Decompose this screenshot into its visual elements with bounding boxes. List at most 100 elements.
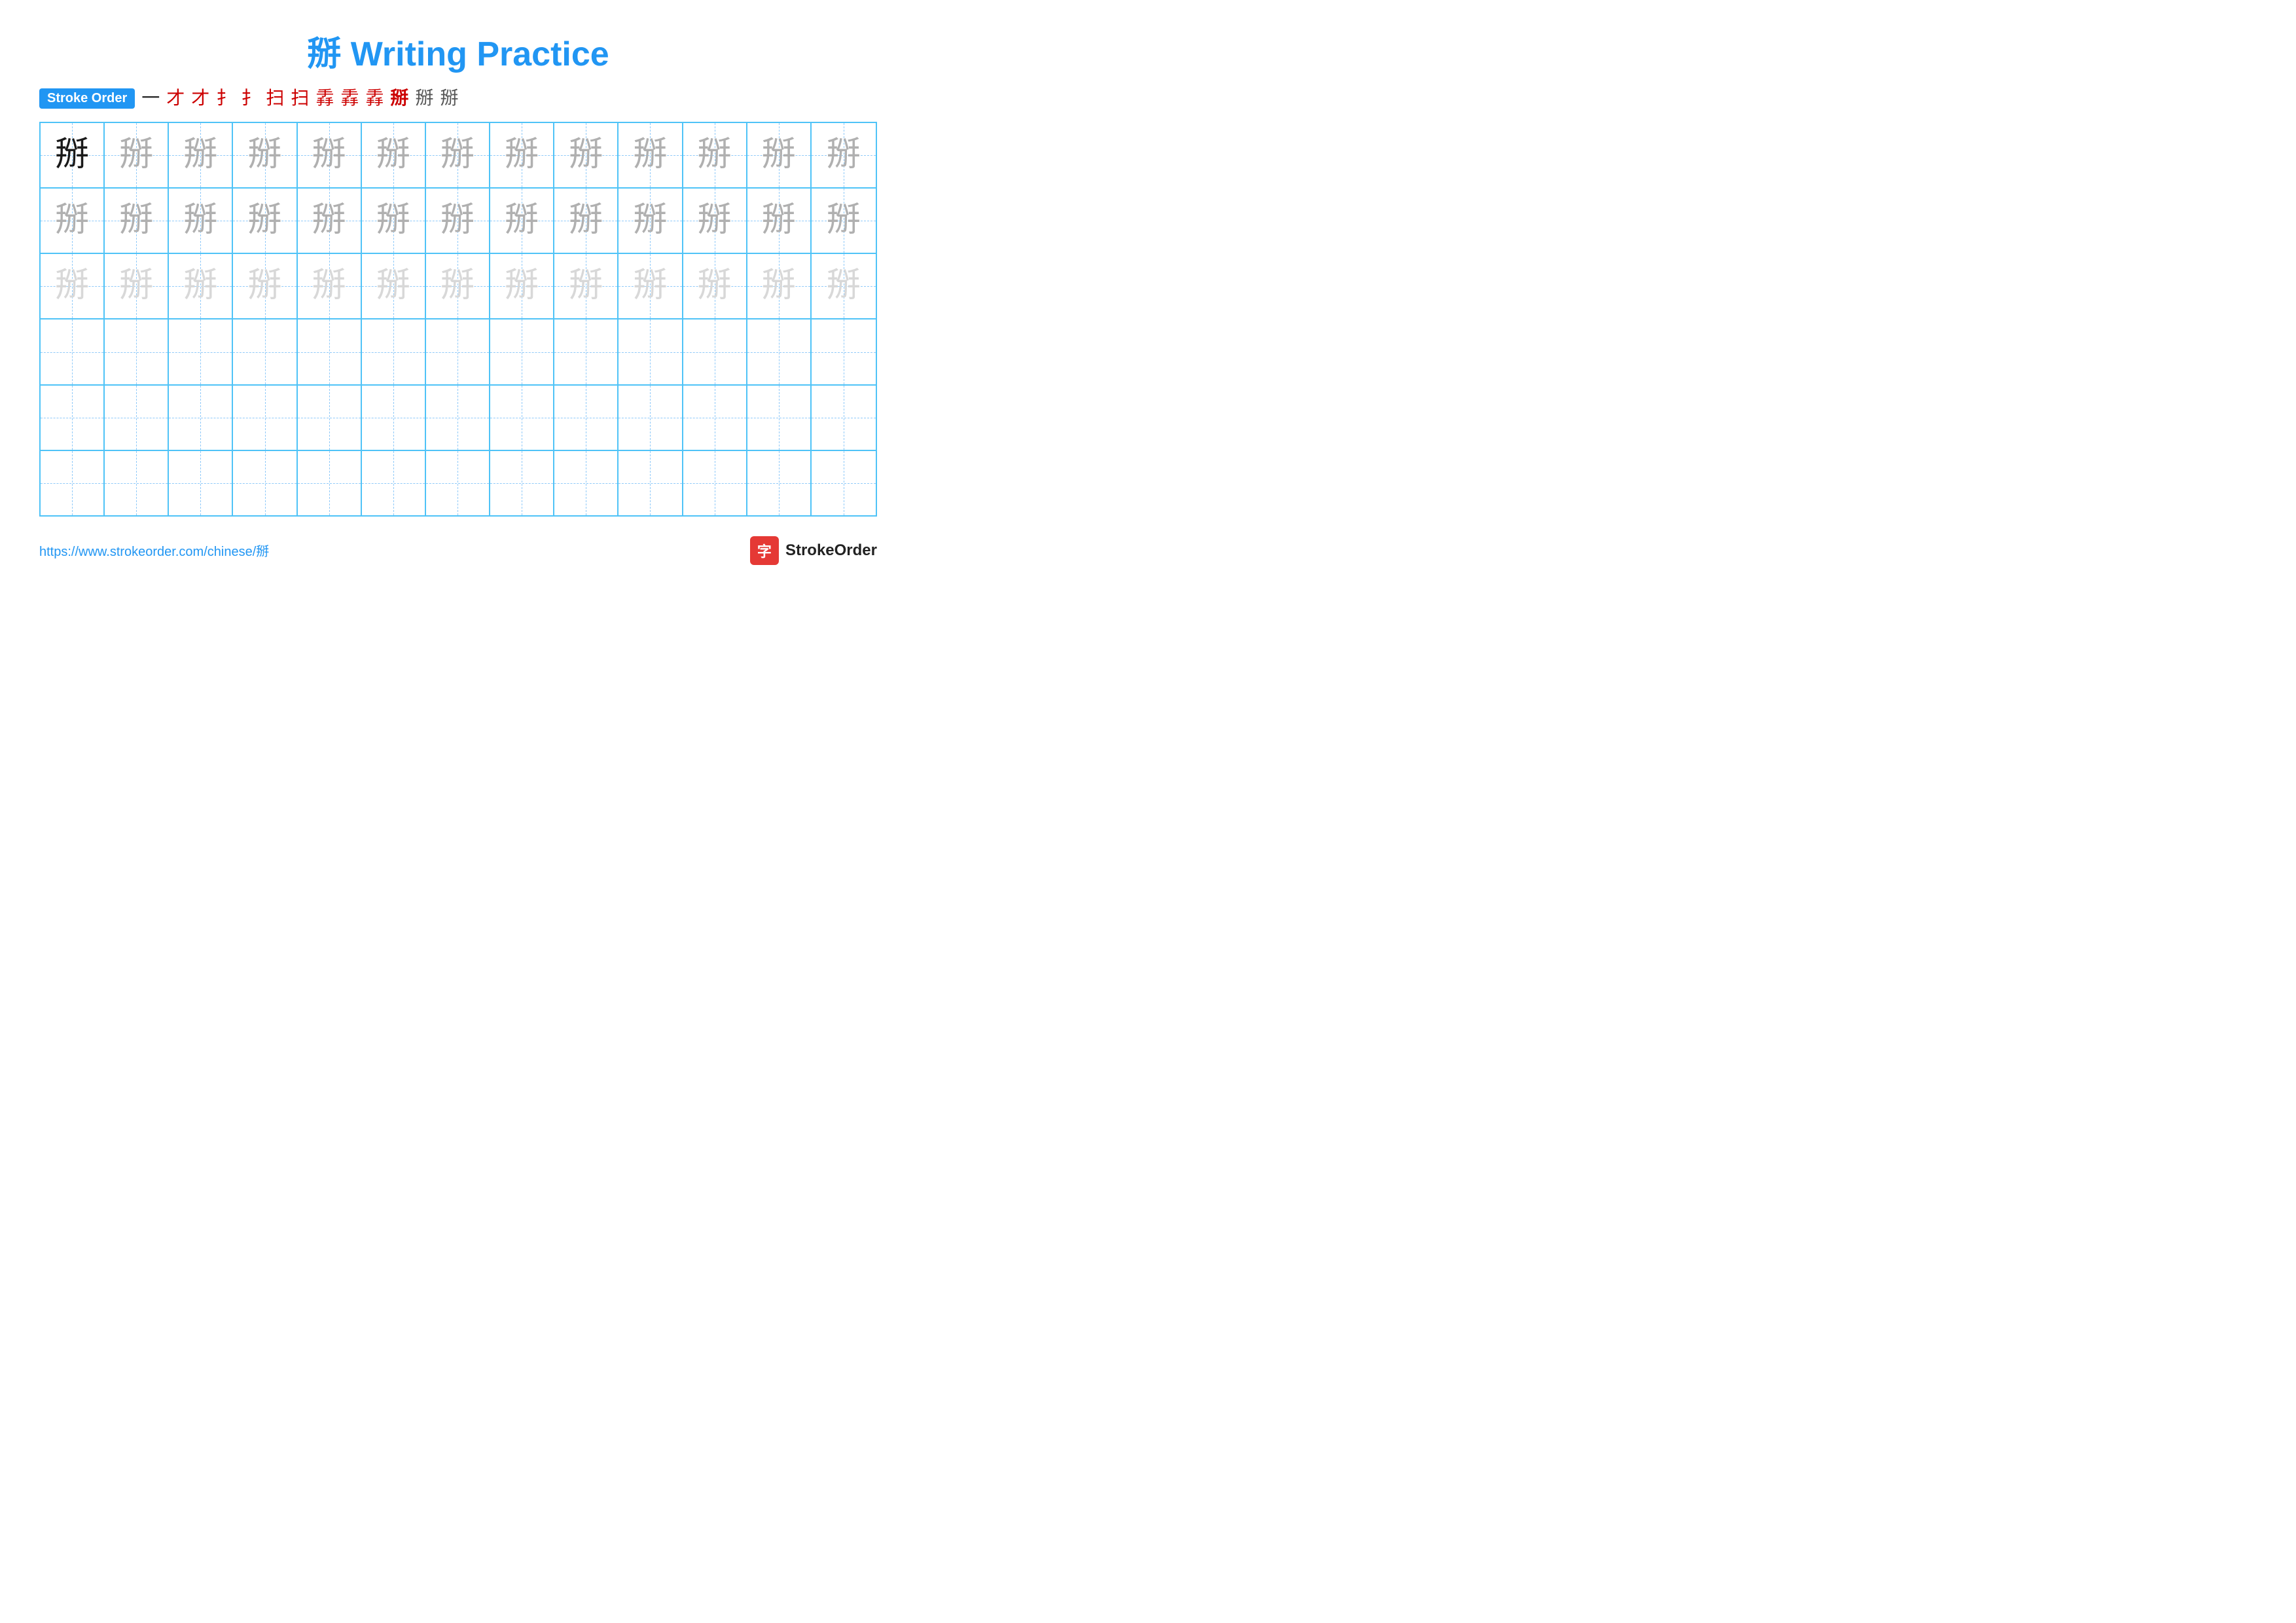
- logo-text: StrokeOrder: [785, 541, 877, 560]
- stroke-step-0: 一: [141, 90, 160, 108]
- footer-logo: 字 StrokeOrder: [750, 536, 877, 565]
- grid-cell-1-3[interactable]: 掰: [169, 123, 233, 187]
- grid-cell-6-4[interactable]: [233, 451, 297, 515]
- grid-cell-4-6[interactable]: [362, 319, 426, 384]
- stroke-step-6: 扫: [291, 90, 309, 108]
- grid-cell-3-5[interactable]: 掰: [298, 254, 362, 318]
- grid-cell-5-6[interactable]: [362, 386, 426, 450]
- grid-cell-2-3[interactable]: 掰: [169, 189, 233, 253]
- grid-cell-2-11[interactable]: 掰: [683, 189, 747, 253]
- grid-cell-3-10[interactable]: 掰: [619, 254, 683, 318]
- grid-cell-4-7[interactable]: [426, 319, 490, 384]
- grid-cell-5-12[interactable]: [747, 386, 812, 450]
- grid-cell-2-1[interactable]: 掰: [41, 189, 105, 253]
- stroke-step-1: 才: [166, 90, 185, 108]
- stroke-step-8: 掱: [340, 90, 359, 108]
- grid-cell-1-13[interactable]: 掰: [812, 123, 876, 187]
- grid-row-1: 掰 掰 掰 掰 掰 掰 掰 掰 掰 掰 掰 掰 掰: [41, 123, 876, 189]
- grid-cell-6-11[interactable]: [683, 451, 747, 515]
- grid-cell-4-1[interactable]: [41, 319, 105, 384]
- grid-cell-5-5[interactable]: [298, 386, 362, 450]
- grid-cell-2-9[interactable]: 掰: [554, 189, 619, 253]
- grid-cell-6-12[interactable]: [747, 451, 812, 515]
- grid-row-2: 掰 掰 掰 掰 掰 掰 掰 掰 掰 掰 掰 掰 掰: [41, 189, 876, 254]
- grid-cell-6-6[interactable]: [362, 451, 426, 515]
- grid-cell-3-7[interactable]: 掰: [426, 254, 490, 318]
- grid-cell-3-6[interactable]: 掰: [362, 254, 426, 318]
- grid-cell-6-10[interactable]: [619, 451, 683, 515]
- grid-cell-4-5[interactable]: [298, 319, 362, 384]
- grid-cell-4-4[interactable]: [233, 319, 297, 384]
- grid-cell-4-11[interactable]: [683, 319, 747, 384]
- grid-cell-5-10[interactable]: [619, 386, 683, 450]
- grid-cell-4-2[interactable]: [105, 319, 169, 384]
- grid-cell-4-10[interactable]: [619, 319, 683, 384]
- grid-cell-6-13[interactable]: [812, 451, 876, 515]
- grid-cell-5-2[interactable]: [105, 386, 169, 450]
- grid-cell-5-4[interactable]: [233, 386, 297, 450]
- grid-cell-6-7[interactable]: [426, 451, 490, 515]
- grid-cell-6-3[interactable]: [169, 451, 233, 515]
- grid-cell-1-11[interactable]: 掰: [683, 123, 747, 187]
- grid-cell-4-9[interactable]: [554, 319, 619, 384]
- stroke-step-7: 掱: [315, 90, 334, 108]
- practice-grid: 掰 掰 掰 掰 掰 掰 掰 掰 掰 掰 掰 掰 掰 掰 掰 掰 掰 掰 掰 掰 …: [39, 122, 877, 517]
- stroke-step-12: 掰: [440, 90, 458, 108]
- grid-cell-3-13[interactable]: 掰: [812, 254, 876, 318]
- grid-cell-1-5[interactable]: 掰: [298, 123, 362, 187]
- grid-cell-5-1[interactable]: [41, 386, 105, 450]
- stroke-step-3: 扌: [216, 90, 234, 108]
- grid-cell-1-7[interactable]: 掰: [426, 123, 490, 187]
- stroke-order-badge: Stroke Order: [39, 88, 135, 109]
- grid-cell-1-9[interactable]: 掰: [554, 123, 619, 187]
- grid-cell-3-11[interactable]: 掰: [683, 254, 747, 318]
- char-dark: 掰: [55, 138, 89, 172]
- grid-cell-2-6[interactable]: 掰: [362, 189, 426, 253]
- grid-cell-1-2[interactable]: 掰: [105, 123, 169, 187]
- grid-cell-3-2[interactable]: 掰: [105, 254, 169, 318]
- grid-cell-4-8[interactable]: [490, 319, 554, 384]
- grid-cell-2-10[interactable]: 掰: [619, 189, 683, 253]
- grid-cell-2-13[interactable]: 掰: [812, 189, 876, 253]
- grid-cell-6-2[interactable]: [105, 451, 169, 515]
- grid-cell-6-8[interactable]: [490, 451, 554, 515]
- grid-cell-5-9[interactable]: [554, 386, 619, 450]
- grid-cell-1-4[interactable]: 掰: [233, 123, 297, 187]
- grid-cell-1-8[interactable]: 掰: [490, 123, 554, 187]
- grid-cell-5-3[interactable]: [169, 386, 233, 450]
- stroke-order-row: Stroke Order 一 才 才 扌 扌 扫 扫 掱 掱 掱 掰 掰 掰: [33, 88, 884, 109]
- grid-cell-2-4[interactable]: 掰: [233, 189, 297, 253]
- grid-cell-2-8[interactable]: 掰: [490, 189, 554, 253]
- grid-cell-6-5[interactable]: [298, 451, 362, 515]
- grid-cell-3-8[interactable]: 掰: [490, 254, 554, 318]
- grid-cell-1-1[interactable]: 掰: [41, 123, 105, 187]
- grid-row-6: [41, 451, 876, 515]
- grid-cell-5-7[interactable]: [426, 386, 490, 450]
- grid-cell-5-8[interactable]: [490, 386, 554, 450]
- stroke-step-9: 掱: [365, 90, 384, 108]
- grid-cell-3-12[interactable]: 掰: [747, 254, 812, 318]
- grid-cell-4-12[interactable]: [747, 319, 812, 384]
- grid-cell-5-11[interactable]: [683, 386, 747, 450]
- grid-cell-1-12[interactable]: 掰: [747, 123, 812, 187]
- grid-cell-6-9[interactable]: [554, 451, 619, 515]
- grid-cell-2-2[interactable]: 掰: [105, 189, 169, 253]
- grid-cell-2-12[interactable]: 掰: [747, 189, 812, 253]
- grid-cell-1-10[interactable]: 掰: [619, 123, 683, 187]
- grid-cell-3-1[interactable]: 掰: [41, 254, 105, 318]
- grid-cell-1-6[interactable]: 掰: [362, 123, 426, 187]
- page-title: 掰 Writing Practice: [33, 26, 884, 75]
- stroke-step-10: 掰: [390, 90, 408, 108]
- grid-cell-4-3[interactable]: [169, 319, 233, 384]
- grid-cell-5-13[interactable]: [812, 386, 876, 450]
- grid-cell-3-9[interactable]: 掰: [554, 254, 619, 318]
- grid-cell-2-7[interactable]: 掰: [426, 189, 490, 253]
- grid-cell-2-5[interactable]: 掰: [298, 189, 362, 253]
- grid-cell-3-4[interactable]: 掰: [233, 254, 297, 318]
- stroke-step-5: 扫: [266, 90, 284, 108]
- footer-url[interactable]: https://www.strokeorder.com/chinese/掰: [39, 541, 269, 560]
- grid-cell-4-13[interactable]: [812, 319, 876, 384]
- grid-cell-6-1[interactable]: [41, 451, 105, 515]
- grid-cell-3-3[interactable]: 掰: [169, 254, 233, 318]
- stroke-step-4: 扌: [241, 90, 259, 108]
